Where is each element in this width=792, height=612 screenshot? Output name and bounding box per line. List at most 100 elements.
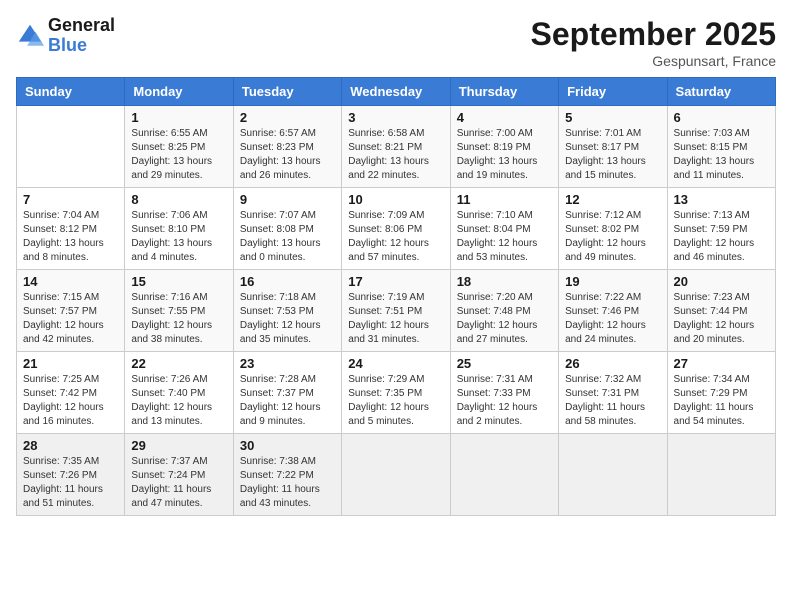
day-number: 9: [240, 192, 335, 207]
day-info: Sunrise: 7:35 AMSunset: 7:26 PMDaylight:…: [23, 455, 118, 511]
logo-text-blue: Blue: [48, 35, 87, 55]
calendar-cell: 7 Sunrise: 7:04 AMSunset: 8:12 PMDaylight…: [17, 188, 125, 270]
day-number: 22: [131, 356, 226, 371]
day-number: 25: [457, 356, 552, 371]
calendar-cell: 8 Sunrise: 7:06 AMSunset: 8:10 PMDaylight…: [125, 188, 233, 270]
calendar-cell: 22Sunrise: 7:26 AMSunset: 7:40 PMDayligh…: [125, 352, 233, 434]
day-info: Sunrise: 7:31 AMSunset: 7:33 PMDaylight:…: [457, 373, 552, 429]
day-info: Sunrise: 7:09 AMSunset: 8:06 PMDaylight:…: [348, 209, 443, 265]
calendar-cell: 11 Sunrise: 7:10 AMSunset: 8:04 PMDayligh…: [450, 188, 558, 270]
weekday-header: Monday: [125, 78, 233, 106]
day-number: 4: [457, 110, 552, 125]
day-number: 2: [240, 110, 335, 125]
calendar-cell: 9 Sunrise: 7:07 AMSunset: 8:08 PMDaylight…: [233, 188, 341, 270]
day-info: Sunrise: 7:19 AMSunset: 7:51 PMDaylight:…: [348, 291, 443, 347]
day-info: Sunrise: 7:23 AMSunset: 7:44 PMDaylight:…: [674, 291, 769, 347]
day-number: 15: [131, 274, 226, 289]
calendar-cell: 5 Sunrise: 7:01 AMSunset: 8:17 PMDaylight…: [559, 106, 667, 188]
day-number: 26: [565, 356, 660, 371]
day-number: 18: [457, 274, 552, 289]
day-number: 17: [348, 274, 443, 289]
page-header: General Blue September 2025 Gespunsart, …: [16, 16, 776, 69]
calendar-cell: 27Sunrise: 7:34 AMSunset: 7:29 PMDayligh…: [667, 352, 775, 434]
day-number: 12: [565, 192, 660, 207]
calendar-cell: 15 Sunrise: 7:16 AMSunset: 7:55 PMDayligh…: [125, 270, 233, 352]
calendar-cell: [342, 434, 450, 516]
day-info: Sunrise: 6:58 AMSunset: 8:21 PMDaylight:…: [348, 127, 443, 183]
day-number: 11: [457, 192, 552, 207]
day-number: 1: [131, 110, 226, 125]
calendar-cell: 30 Sunrise: 7:38 AMSunset: 7:22 PMDayligh…: [233, 434, 341, 516]
day-info: Sunrise: 7:18 AMSunset: 7:53 PMDaylight:…: [240, 291, 335, 347]
day-number: 5: [565, 110, 660, 125]
weekday-header: Wednesday: [342, 78, 450, 106]
calendar-cell: 25 Sunrise: 7:31 AMSunset: 7:33 PMDayligh…: [450, 352, 558, 434]
day-info: Sunrise: 7:07 AMSunset: 8:08 PMDaylight:…: [240, 209, 335, 265]
weekday-header: Tuesday: [233, 78, 341, 106]
calendar-cell: 3 Sunrise: 6:58 AMSunset: 8:21 PMDaylight…: [342, 106, 450, 188]
calendar-cell: 4Sunrise: 7:00 AMSunset: 8:19 PMDaylight…: [450, 106, 558, 188]
logo-icon: [16, 22, 44, 50]
day-number: 30: [240, 438, 335, 453]
day-number: 14: [23, 274, 118, 289]
weekday-header: Saturday: [667, 78, 775, 106]
calendar-cell: 16 Sunrise: 7:18 AMSunset: 7:53 PMDayligh…: [233, 270, 341, 352]
day-info: Sunrise: 7:16 AMSunset: 7:55 PMDaylight:…: [131, 291, 226, 347]
day-number: 16: [240, 274, 335, 289]
day-number: 3: [348, 110, 443, 125]
day-number: 20: [674, 274, 769, 289]
day-info: Sunrise: 7:28 AMSunset: 7:37 PMDaylight:…: [240, 373, 335, 429]
weekday-header: Friday: [559, 78, 667, 106]
calendar-cell: [667, 434, 775, 516]
calendar-cell: 19 Sunrise: 7:22 AMSunset: 7:46 PMDayligh…: [559, 270, 667, 352]
month-title: September 2025: [531, 16, 776, 53]
logo-text-general: General: [48, 15, 115, 35]
day-number: 6: [674, 110, 769, 125]
day-info: Sunrise: 7:13 AMSunset: 7:59 PMDaylight:…: [674, 209, 769, 265]
calendar-cell: 26 Sunrise: 7:32 AMSunset: 7:31 PMDayligh…: [559, 352, 667, 434]
day-info: Sunrise: 6:57 AMSunset: 8:23 PMDaylight:…: [240, 127, 335, 183]
calendar-cell: 29Sunrise: 7:37 AMSunset: 7:24 PMDayligh…: [125, 434, 233, 516]
calendar-cell: 21Sunrise: 7:25 AMSunset: 7:42 PMDayligh…: [17, 352, 125, 434]
calendar-cell: 20 Sunrise: 7:23 AMSunset: 7:44 PMDayligh…: [667, 270, 775, 352]
weekday-header: Sunday: [17, 78, 125, 106]
weekday-header-row: SundayMondayTuesdayWednesdayThursdayFrid…: [17, 78, 776, 106]
calendar-cell: 24 Sunrise: 7:29 AMSunset: 7:35 PMDayligh…: [342, 352, 450, 434]
calendar-cell: 23 Sunrise: 7:28 AMSunset: 7:37 PMDayligh…: [233, 352, 341, 434]
title-block: September 2025 Gespunsart, France: [531, 16, 776, 69]
day-info: Sunrise: 6:55 AMSunset: 8:25 PMDaylight:…: [131, 127, 226, 183]
calendar-cell: 13Sunrise: 7:13 AMSunset: 7:59 PMDayligh…: [667, 188, 775, 270]
calendar-cell: 12Sunrise: 7:12 AMSunset: 8:02 PMDayligh…: [559, 188, 667, 270]
calendar: SundayMondayTuesdayWednesdayThursdayFrid…: [16, 77, 776, 516]
day-number: 29: [131, 438, 226, 453]
day-number: 23: [240, 356, 335, 371]
day-number: 19: [565, 274, 660, 289]
day-number: 7: [23, 192, 118, 207]
day-number: 21: [23, 356, 118, 371]
day-number: 24: [348, 356, 443, 371]
day-info: Sunrise: 7:32 AMSunset: 7:31 PMDaylight:…: [565, 373, 660, 429]
calendar-cell: 1 Sunrise: 6:55 AMSunset: 8:25 PMDaylight…: [125, 106, 233, 188]
calendar-cell: 14 Sunrise: 7:15 AMSunset: 7:57 PMDayligh…: [17, 270, 125, 352]
calendar-cell: 17 Sunrise: 7:19 AMSunset: 7:51 PMDayligh…: [342, 270, 450, 352]
day-info: Sunrise: 7:29 AMSunset: 7:35 PMDaylight:…: [348, 373, 443, 429]
day-info: Sunrise: 7:06 AMSunset: 8:10 PMDaylight:…: [131, 209, 226, 265]
day-info: Sunrise: 7:38 AMSunset: 7:22 PMDaylight:…: [240, 455, 335, 511]
day-info: Sunrise: 7:01 AMSunset: 8:17 PMDaylight:…: [565, 127, 660, 183]
location: Gespunsart, France: [531, 53, 776, 69]
day-info: Sunrise: 7:34 AMSunset: 7:29 PMDaylight:…: [674, 373, 769, 429]
calendar-cell: 18 Sunrise: 7:20 AMSunset: 7:48 PMDayligh…: [450, 270, 558, 352]
calendar-cell: 6Sunrise: 7:03 AMSunset: 8:15 PMDaylight…: [667, 106, 775, 188]
calendar-cell: 10Sunrise: 7:09 AMSunset: 8:06 PMDayligh…: [342, 188, 450, 270]
day-info: Sunrise: 7:22 AMSunset: 7:46 PMDaylight:…: [565, 291, 660, 347]
calendar-cell: [17, 106, 125, 188]
day-info: Sunrise: 7:20 AMSunset: 7:48 PMDaylight:…: [457, 291, 552, 347]
logo: General Blue: [16, 16, 115, 56]
day-number: 8: [131, 192, 226, 207]
day-info: Sunrise: 7:04 AMSunset: 8:12 PMDaylight:…: [23, 209, 118, 265]
day-info: Sunrise: 7:15 AMSunset: 7:57 PMDaylight:…: [23, 291, 118, 347]
day-info: Sunrise: 7:10 AMSunset: 8:04 PMDaylight:…: [457, 209, 552, 265]
calendar-cell: 2 Sunrise: 6:57 AMSunset: 8:23 PMDaylight…: [233, 106, 341, 188]
calendar-cell: 28Sunrise: 7:35 AMSunset: 7:26 PMDayligh…: [17, 434, 125, 516]
calendar-cell: [450, 434, 558, 516]
